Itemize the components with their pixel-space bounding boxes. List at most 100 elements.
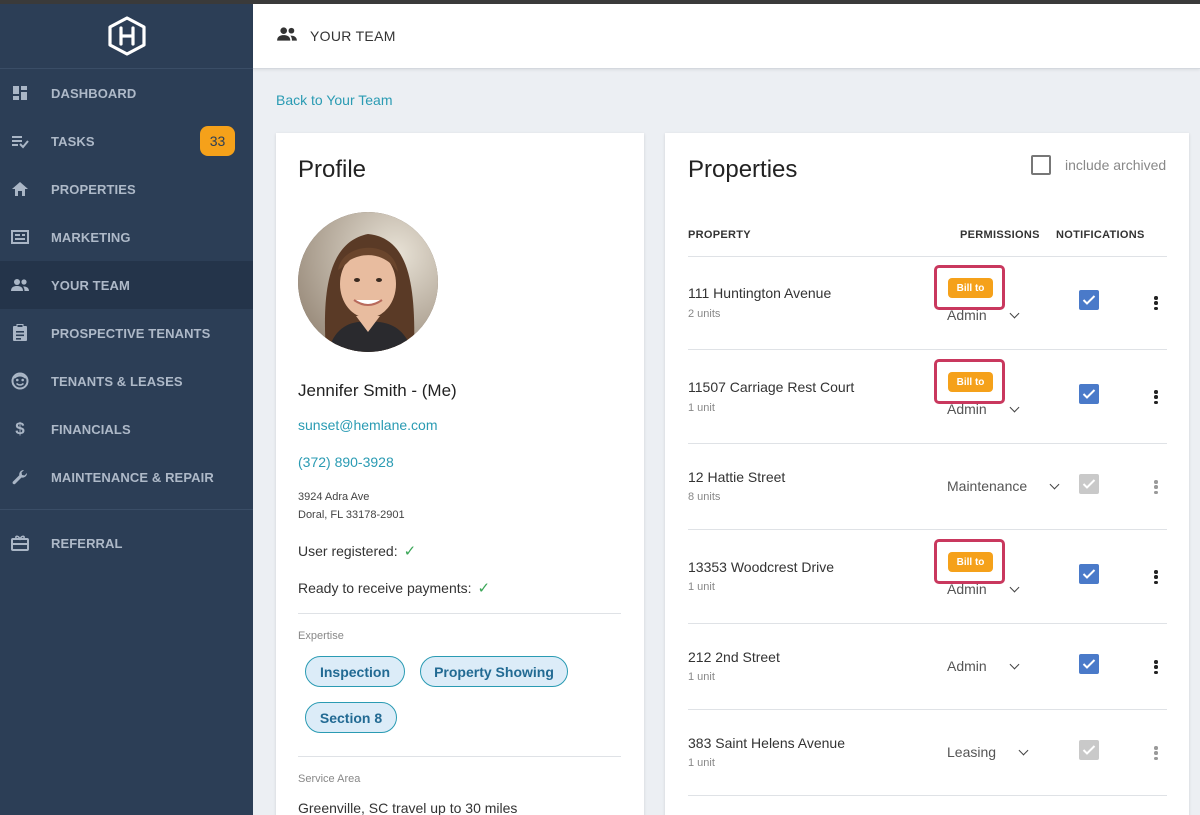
- table-divider: [688, 349, 1167, 350]
- property-units: 1 unit: [688, 402, 715, 414]
- profile-name: Jennifer Smith - (Me): [298, 381, 457, 400]
- property-name[interactable]: 111 Huntington Avenue: [688, 285, 831, 301]
- column-header-permissions: PERMISSIONS: [960, 229, 1040, 241]
- property-name[interactable]: 13353 Woodcrest Drive: [688, 559, 834, 575]
- include-archived-toggle[interactable]: include archived: [1031, 155, 1166, 175]
- profile-card: Profile Jennifer Smith - (Me) sunset@hem…: [276, 133, 644, 815]
- clipboard-icon: [10, 323, 30, 343]
- property-units: 1 unit: [688, 757, 715, 769]
- permission-value: Leasing: [947, 744, 997, 760]
- sidebar-item-label: TASKS: [51, 133, 95, 149]
- avatar: [298, 212, 438, 352]
- checkmark-icon: ✓: [403, 543, 417, 560]
- sidebar-item-financials[interactable]: $ FINANCIALS: [0, 405, 253, 453]
- ready-payments-label: Ready to receive payments:: [298, 580, 472, 596]
- permission-select[interactable]: Maintenance: [947, 478, 1060, 494]
- property-name[interactable]: 212 2nd Street: [688, 649, 780, 665]
- table-divider: [688, 623, 1167, 624]
- sidebar-item-label: PROPERTIES: [51, 181, 136, 197]
- property-units: 1 unit: [688, 581, 715, 593]
- hemlane-logo-icon: [107, 16, 146, 56]
- dashboard-icon: [10, 83, 30, 103]
- service-area-value: Greenville, SC travel up to 30 miles: [298, 800, 518, 815]
- top-header: YOUR TEAM: [253, 4, 1200, 69]
- chevron-down-icon: [1009, 659, 1020, 669]
- back-to-team-link[interactable]: Back to Your Team: [276, 92, 392, 108]
- user-registered-label: User registered:: [298, 543, 398, 559]
- sidebar-item-your-team[interactable]: YOUR TEAM: [0, 261, 253, 309]
- marketing-icon: [10, 227, 30, 247]
- property-units: 2 units: [688, 308, 721, 320]
- dollar-icon: $: [15, 419, 25, 438]
- wrench-icon: [10, 467, 30, 487]
- profile-title: Profile: [298, 156, 367, 183]
- expertise-label: Expertise: [298, 630, 344, 642]
- table-divider: [688, 795, 1167, 796]
- column-header-notifications: NOTIFICATIONS: [1056, 229, 1145, 241]
- include-archived-label: include archived: [1065, 157, 1167, 173]
- table-divider: [688, 529, 1167, 530]
- face-icon: [10, 371, 30, 391]
- chevron-down-icon: [1009, 402, 1020, 412]
- row-menu-icon[interactable]: [1151, 658, 1161, 676]
- include-archived-checkbox[interactable]: [1031, 155, 1051, 175]
- sidebar-item-label: MARKETING: [51, 229, 131, 245]
- sidebar-item-referral[interactable]: REFERRAL: [0, 519, 253, 567]
- row-menu-icon[interactable]: [1151, 388, 1161, 406]
- expertise-chip[interactable]: Property Showing: [420, 656, 568, 687]
- bill-to-badge: Bill to: [948, 552, 993, 572]
- property-name[interactable]: 11507 Carriage Rest Court: [688, 379, 854, 395]
- profile-email-link[interactable]: sunset@hemlane.com: [298, 417, 438, 433]
- profile-phone-link[interactable]: (372) 890-3928: [298, 454, 394, 470]
- property-units: 8 units: [688, 491, 721, 503]
- property-units: 1 unit: [688, 671, 715, 683]
- property-name[interactable]: 383 Saint Helens Avenue: [688, 735, 845, 751]
- sidebar: DASHBOARD TASKS 33 PROPERTIES MARKETING …: [0, 0, 253, 815]
- chevron-down-icon: [1009, 582, 1020, 592]
- notifications-checkbox[interactable]: [1079, 290, 1099, 310]
- properties-title: Properties: [688, 156, 798, 183]
- expertise-chip[interactable]: Section 8: [305, 702, 397, 733]
- sidebar-item-label: PROSPECTIVE TENANTS: [51, 325, 211, 341]
- table-divider: [688, 256, 1167, 257]
- sidebar-item-prospective-tenants[interactable]: PROSPECTIVE TENANTS: [0, 309, 253, 357]
- property-name[interactable]: 12 Hattie Street: [688, 469, 785, 485]
- divider: [298, 613, 621, 614]
- properties-card: Properties include archived PROPERTY PER…: [665, 133, 1189, 815]
- user-registered-status: User registered: ✓: [298, 542, 416, 560]
- sidebar-item-maintenance-repair[interactable]: MAINTENANCE & REPAIR: [0, 453, 253, 501]
- chevron-down-icon: [1018, 745, 1029, 755]
- sidebar-item-dashboard[interactable]: DASHBOARD: [0, 69, 253, 117]
- sidebar-item-marketing[interactable]: MARKETING: [0, 213, 253, 261]
- expertise-chip[interactable]: Inspection: [305, 656, 405, 687]
- notifications-checkbox[interactable]: [1079, 384, 1099, 404]
- team-icon: [276, 26, 298, 47]
- row-menu-icon: [1151, 744, 1161, 762]
- bill-to-highlight: Bill to: [934, 265, 1005, 310]
- sidebar-item-tenants-leases[interactable]: TENANTS & LEASES: [0, 357, 253, 405]
- sidebar-item-label: TENANTS & LEASES: [51, 373, 183, 389]
- window-top-edge: [0, 0, 1200, 4]
- logo[interactable]: [0, 0, 253, 69]
- home-icon: [10, 179, 30, 199]
- sidebar-item-tasks[interactable]: TASKS 33: [0, 117, 253, 165]
- team-icon: [10, 275, 30, 295]
- sidebar-item-properties[interactable]: PROPERTIES: [0, 165, 253, 213]
- checkmark-icon: ✓: [477, 580, 491, 597]
- notifications-checkbox[interactable]: [1079, 564, 1099, 584]
- row-menu-icon[interactable]: [1151, 294, 1161, 312]
- row-menu-icon: [1151, 478, 1161, 496]
- column-header-property: PROPERTY: [688, 229, 751, 241]
- bill-to-highlight: Bill to: [934, 539, 1005, 584]
- permission-select[interactable]: Admin: [947, 658, 1020, 674]
- tasks-count-badge: 33: [200, 126, 235, 156]
- bill-to-highlight: Bill to: [934, 359, 1005, 404]
- chevron-down-icon: [1009, 308, 1020, 318]
- tasks-icon: [10, 131, 30, 151]
- row-menu-icon[interactable]: [1151, 568, 1161, 586]
- service-area-label: Service Area: [298, 773, 361, 785]
- notifications-checkbox[interactable]: [1079, 654, 1099, 674]
- ready-payments-status: Ready to receive payments: ✓: [298, 579, 490, 597]
- page-title: YOUR TEAM: [310, 28, 396, 44]
- permission-select[interactable]: Leasing: [947, 744, 1029, 760]
